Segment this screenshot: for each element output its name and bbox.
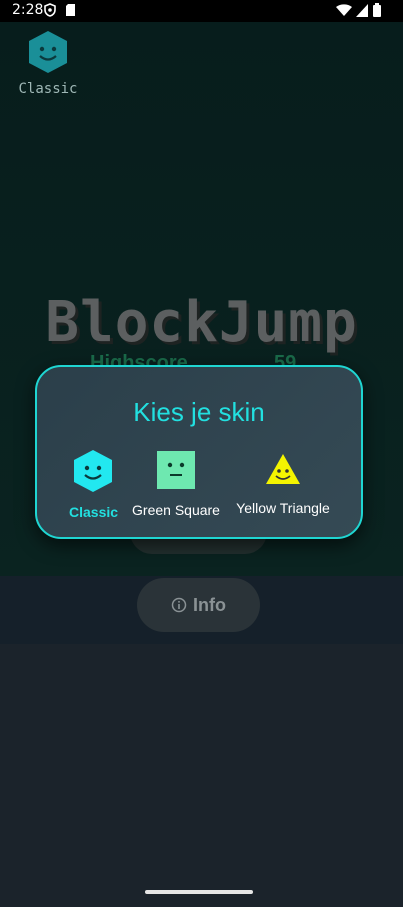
skin-option-yellow-triangle[interactable]: Yellow Triangle xyxy=(233,449,333,516)
current-skin-label: Classic xyxy=(18,81,78,97)
hexagon-face-icon xyxy=(74,450,112,492)
skin-dialog: Kies je skin Classic Green Square Yellow… xyxy=(35,365,363,539)
game-title: BlockJump xyxy=(45,290,358,355)
home-indicator[interactable] xyxy=(145,890,253,894)
info-icon xyxy=(171,597,187,613)
triangle-face-icon xyxy=(266,454,300,484)
square-face-icon xyxy=(157,451,195,489)
info-button-label: Info xyxy=(193,594,226,615)
status-bar: 2:28 xyxy=(0,0,403,22)
wifi-icon xyxy=(335,4,356,21)
dialog-title: Kies je skin xyxy=(133,397,265,427)
hexagon-face-icon xyxy=(29,31,67,73)
skin-option-green-square[interactable]: Green Square xyxy=(131,449,221,518)
skin-name: Classic xyxy=(69,504,119,520)
signal-icon xyxy=(355,4,373,21)
info-button[interactable]: Info xyxy=(137,578,260,632)
shield-icon xyxy=(44,3,56,21)
status-time: 2:28 xyxy=(12,2,44,18)
current-skin-indicator[interactable]: Classic xyxy=(18,30,78,97)
sd-card-icon xyxy=(65,3,76,21)
status-right-icons xyxy=(335,3,381,21)
battery-icon xyxy=(373,3,381,21)
skin-option-classic[interactable]: Classic xyxy=(69,449,119,520)
skin-name: Yellow Triangle xyxy=(236,500,330,516)
skin-name: Green Square xyxy=(132,502,220,518)
